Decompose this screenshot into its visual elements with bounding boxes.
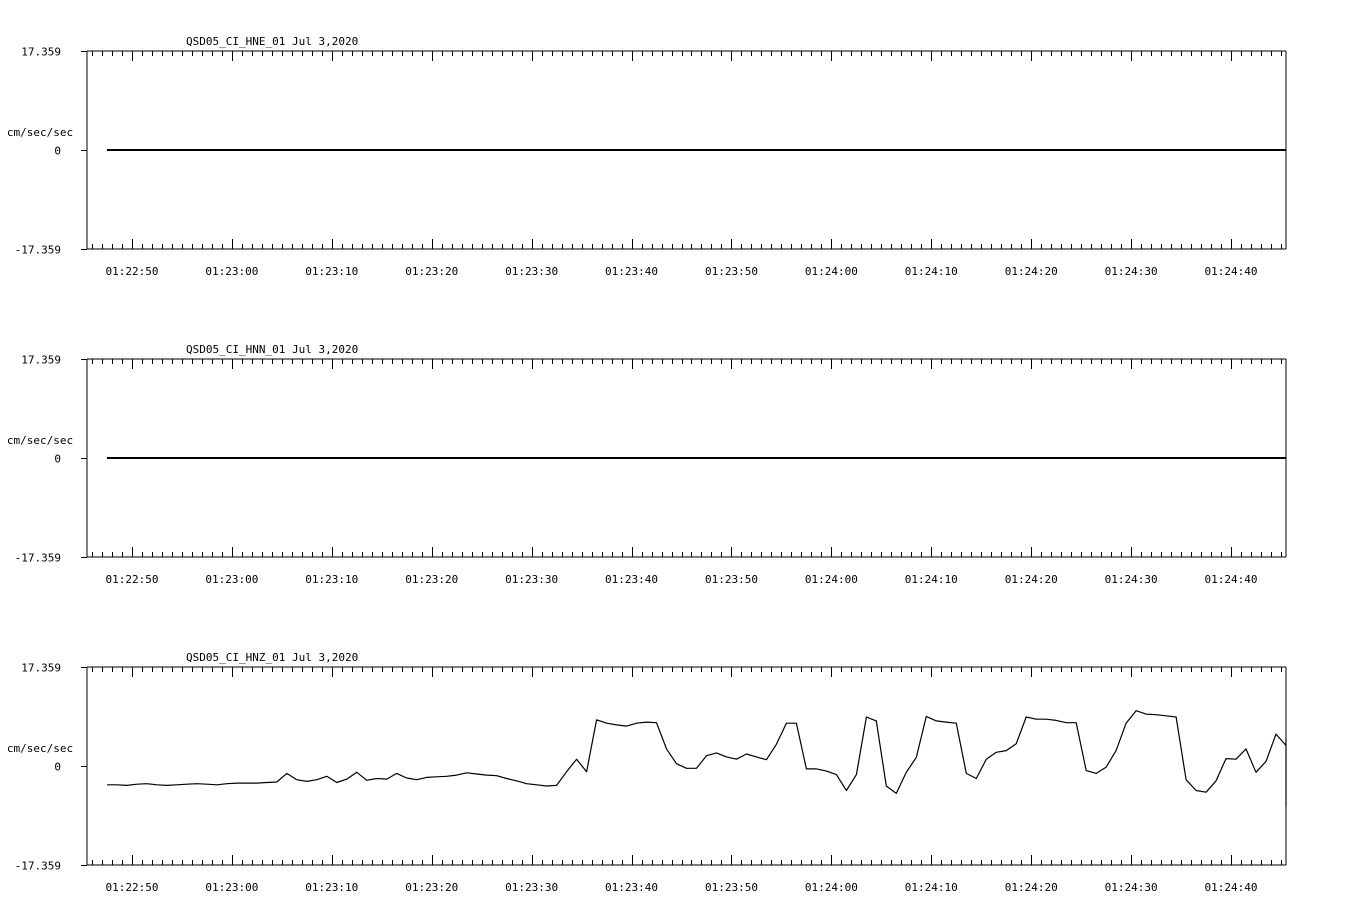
x-tick-label: 01:24:40 bbox=[1205, 881, 1258, 894]
x-tick-label: 01:23:00 bbox=[205, 265, 258, 278]
y-axis-label: cm/sec/sec bbox=[7, 126, 73, 139]
x-tick-label: 01:23:00 bbox=[205, 573, 258, 586]
x-tick-label: 01:24:10 bbox=[905, 881, 958, 894]
y-tick-label: 0 bbox=[54, 145, 61, 158]
x-tick-label: 01:24:20 bbox=[1005, 881, 1058, 894]
y-tick-label: -17.359 bbox=[15, 860, 61, 873]
x-tick-label: 01:23:40 bbox=[605, 265, 658, 278]
x-tick-label: 01:24:30 bbox=[1105, 573, 1158, 586]
x-tick-label: 01:23:00 bbox=[205, 881, 258, 894]
x-tick-label: 01:24:10 bbox=[905, 573, 958, 586]
x-tick-label: 01:24:10 bbox=[905, 265, 958, 278]
y-tick-label: -17.359 bbox=[15, 244, 61, 257]
x-tick-label: 01:22:50 bbox=[105, 265, 158, 278]
y-tick-label: 0 bbox=[54, 761, 61, 774]
x-tick-label: 01:23:10 bbox=[305, 573, 358, 586]
y-axis-label: cm/sec/sec bbox=[7, 434, 73, 447]
x-tick-label: 01:23:40 bbox=[605, 881, 658, 894]
x-tick-label: 01:23:50 bbox=[705, 265, 758, 278]
x-tick-label: 01:23:50 bbox=[705, 881, 758, 894]
x-tick-label: 01:24:30 bbox=[1105, 881, 1158, 894]
x-tick-label: 01:22:50 bbox=[105, 573, 158, 586]
x-tick-label: 01:24:20 bbox=[1005, 265, 1058, 278]
y-tick-label: 17.359 bbox=[21, 354, 61, 367]
chart-panel-1: 17.359 0 -17.359 cm/sec/sec QSD05_CI_HNE_01 … bbox=[7, 35, 1287, 278]
x-tick-label: 01:23:40 bbox=[605, 573, 658, 586]
y-tick-label: 0 bbox=[54, 453, 61, 466]
x-tick-label: 01:24:00 bbox=[805, 573, 858, 586]
x-tick-label: 01:24:40 bbox=[1205, 265, 1258, 278]
x-tick-label: 01:23:30 bbox=[505, 265, 558, 278]
chart-panel-2: 17.359 0 -17.359 cm/sec/sec QSD05_CI_HNN_01 … bbox=[7, 343, 1287, 586]
x-tick-label: 01:22:50 bbox=[105, 881, 158, 894]
x-tick-label: 01:24:40 bbox=[1205, 573, 1258, 586]
x-tick-label: 01:23:20 bbox=[405, 573, 458, 586]
x-tick-label: 01:23:50 bbox=[705, 573, 758, 586]
y-tick-label: 17.359 bbox=[21, 46, 61, 59]
x-tick-label: 01:23:30 bbox=[505, 573, 558, 586]
waveform-trace bbox=[107, 710, 1287, 808]
x-tick-label: 01:24:20 bbox=[1005, 573, 1058, 586]
x-tick-label: 01:24:00 bbox=[805, 881, 858, 894]
chart-title: QSD05_CI_HNN_01 Jul 3,2020 bbox=[186, 343, 358, 356]
x-tick-label: 01:24:00 bbox=[805, 265, 858, 278]
x-tick-label: 01:23:30 bbox=[505, 881, 558, 894]
chart-panel-3: 17.359 0 -17.359 cm/sec/sec QSD05_CI_HNZ_01 … bbox=[7, 651, 1287, 894]
waveform-charts: 17.359 0 -17.359 cm/sec/sec QSD05_CI_HNE_01 … bbox=[7, 35, 1287, 894]
x-tick-label: 01:23:10 bbox=[305, 265, 358, 278]
x-tick-label: 01:23:10 bbox=[305, 881, 358, 894]
y-tick-label: -17.359 bbox=[15, 552, 61, 565]
chart-title: QSD05_CI_HNE_01 Jul 3,2020 bbox=[186, 35, 358, 48]
x-tick-label: 01:23:20 bbox=[405, 265, 458, 278]
y-tick-label: 17.359 bbox=[21, 662, 61, 675]
chart-title: QSD05_CI_HNZ_01 Jul 3,2020 bbox=[186, 651, 358, 664]
x-tick-label: 01:24:30 bbox=[1105, 265, 1158, 278]
y-axis-label: cm/sec/sec bbox=[7, 742, 73, 755]
x-tick-label: 01:23:20 bbox=[405, 881, 458, 894]
